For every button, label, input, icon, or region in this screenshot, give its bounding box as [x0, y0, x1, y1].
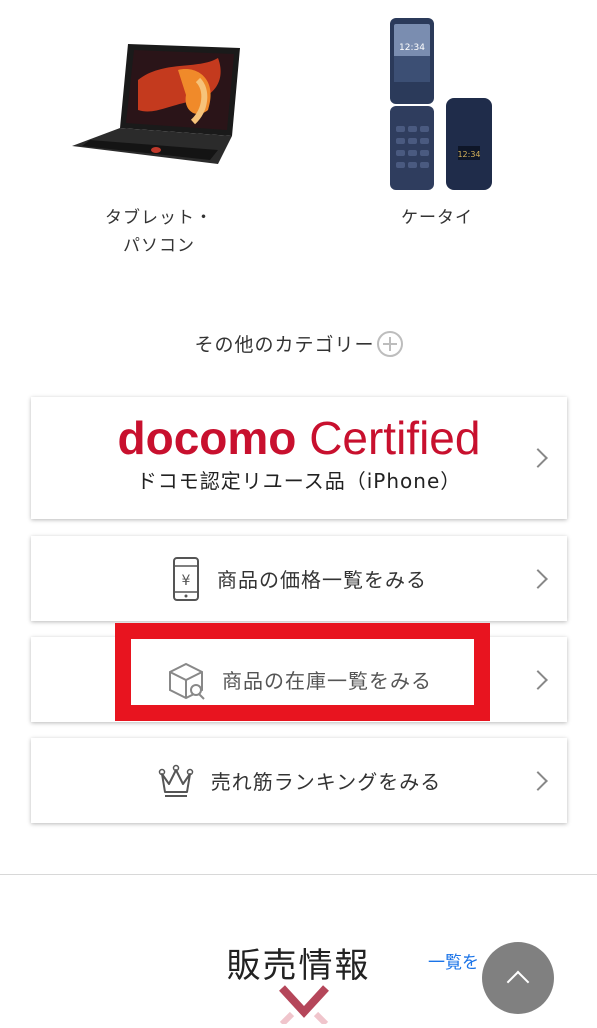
price-tag-phone-icon: ¥ [171, 556, 201, 602]
category-label: ケータイ [401, 208, 473, 228]
svg-text:12:34: 12:34 [457, 150, 480, 159]
price-list-label: 商品の価格一覧をみる [217, 568, 427, 592]
docomo-certified-card[interactable]: docomo Certified ドコモ認定リユース品（iPhone） [31, 397, 567, 519]
category-feature-phone[interactable]: ケータイ [348, 204, 526, 232]
section-divider [0, 874, 597, 875]
plus-circle-icon [376, 330, 403, 357]
scroll-to-top-button[interactable] [482, 942, 554, 1014]
highlight-box [115, 623, 490, 721]
category-label: パソコン [123, 236, 195, 256]
laptop-image[interactable] [68, 40, 246, 180]
more-categories-label: その他のカテゴリー [194, 334, 375, 356]
more-categories-toggle[interactable]: その他のカテゴリー [0, 330, 597, 359]
docomo-certified-logo: docomo Certified [31, 411, 567, 465]
category-label: タブレット・ [105, 208, 213, 228]
see-all-link[interactable]: 一覧を [428, 948, 479, 973]
chevron-down-icon [278, 984, 330, 1027]
ranking-label: 売れ筋ランキングをみる [210, 770, 442, 794]
ranking-button[interactable]: 売れ筋ランキングをみる [31, 738, 567, 823]
chevron-up-icon [506, 970, 530, 994]
docomo-certified-subtitle: ドコモ認定リユース品（iPhone） [136, 469, 462, 493]
docomo-logo-text: docomo [117, 412, 297, 464]
svg-text:¥: ¥ [182, 573, 191, 589]
category-tablet-pc[interactable]: タブレット・ パソコン [70, 204, 248, 260]
svg-text:12:34: 12:34 [399, 43, 425, 53]
certified-logo-text: Certified [309, 412, 481, 464]
feature-phone-image[interactable]: 12:34 12:34 [384, 16, 494, 192]
crown-icon [157, 764, 195, 798]
price-list-button[interactable]: ¥ 商品の価格一覧をみる [31, 536, 567, 621]
